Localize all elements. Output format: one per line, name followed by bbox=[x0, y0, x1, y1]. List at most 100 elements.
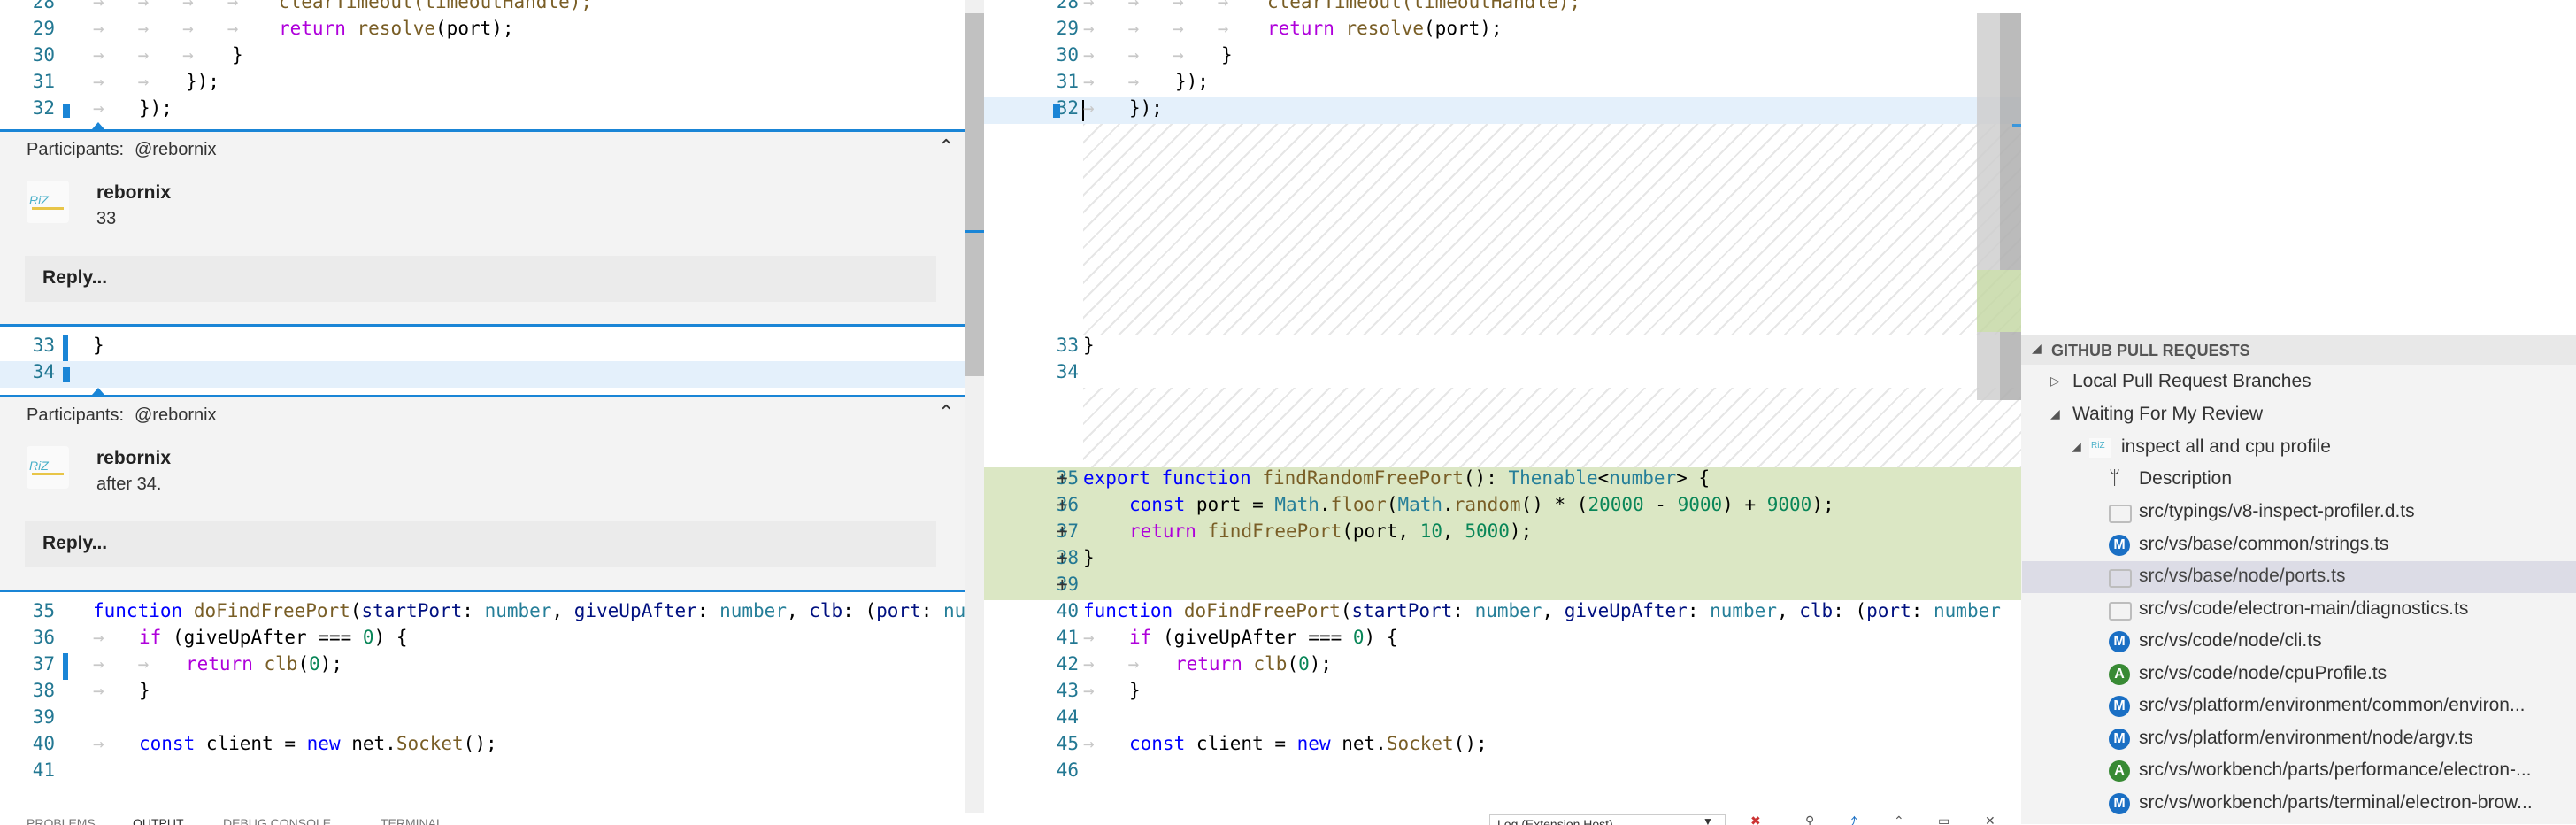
tree-item-file[interactable]: M src/vs/base/common/strings.ts bbox=[2022, 529, 2576, 561]
tree-item-label: Description bbox=[2139, 468, 2233, 489]
code-line[interactable]: 41 → if (giveUpAfter === 0) { bbox=[984, 627, 2021, 653]
tree-item-description[interactable]: ᛘ Description bbox=[2022, 464, 2576, 496]
code-text: } bbox=[1221, 44, 1233, 66]
tree-item-label: Waiting For My Review bbox=[2072, 404, 2264, 424]
tree-item-file[interactable]: A src/vs/workbench/parts/performance/ele… bbox=[2022, 755, 2576, 787]
left-editor-scrollbar[interactable] bbox=[965, 0, 984, 824]
line-number: 34 bbox=[32, 361, 55, 382]
section-header[interactable]: ◢ GITHUB PULL REQUESTS bbox=[2021, 335, 2576, 365]
reply-box[interactable]: Reply... bbox=[25, 521, 936, 567]
maximize-icon[interactable]: ▭ bbox=[1938, 813, 1949, 825]
code-text: }); bbox=[139, 97, 173, 119]
zone-arrow bbox=[92, 122, 104, 129]
open-log-icon[interactable]: ⤴ bbox=[1845, 813, 1857, 825]
comment-marker[interactable] bbox=[63, 367, 70, 382]
code-line-added[interactable]: 36 + const port = Math.floor(Math.random… bbox=[984, 494, 2021, 520]
code-line[interactable]: 40 → const client = new net.Socket(); bbox=[0, 733, 965, 759]
code-line[interactable]: 29 → → → → return resolve(port); bbox=[984, 18, 2021, 44]
code-line-added[interactable]: 39 + bbox=[984, 574, 2021, 600]
code-line[interactable]: 34 bbox=[984, 361, 2021, 388]
tree-item-file[interactable]: src/vs/code/electron-main/diagnostics.ts bbox=[2022, 594, 2576, 626]
tree-item-label: src/vs/code/node/cpuProfile.ts bbox=[2139, 663, 2388, 683]
code-line[interactable]: 28 → → → → clearTimeout(timeoutHandle); bbox=[0, 0, 965, 18]
code-line[interactable]: 32 → }); bbox=[984, 97, 2021, 124]
code-line[interactable]: 44 bbox=[984, 706, 2021, 733]
code-text: clearTimeout(timeoutHandle); bbox=[1267, 0, 1581, 12]
code-line-added[interactable]: 37 + return findFreePort(port, 10, 5000)… bbox=[984, 520, 2021, 547]
line-number: 31 bbox=[32, 71, 55, 92]
scrollbar-marker bbox=[965, 230, 984, 233]
tree-item-file[interactable]: A src/vs/code/node/cpuProfile.ts bbox=[2022, 659, 2576, 690]
tree-item-waiting-review[interactable]: ◢ Waiting For My Review bbox=[2022, 399, 2576, 431]
code-text: } bbox=[1083, 547, 1095, 568]
comment-author: rebornix bbox=[96, 182, 172, 203]
code-line[interactable]: 34 bbox=[0, 361, 965, 388]
code-line[interactable]: 30 → → → } bbox=[984, 44, 2021, 71]
code-line[interactable]: 33 } bbox=[0, 335, 965, 361]
code-line[interactable]: 31 → → }); bbox=[0, 71, 965, 97]
line-number: 29 bbox=[32, 18, 55, 39]
line-number: 34 bbox=[1056, 361, 1079, 382]
reply-box[interactable]: Reply... bbox=[25, 256, 936, 302]
clear-output-icon[interactable]: ✖ bbox=[1750, 813, 1761, 825]
tree-item-label: Local Pull Request Branches bbox=[2072, 371, 2311, 391]
code-line[interactable]: 37 → → return clb(0); bbox=[0, 653, 965, 680]
code-line-added[interactable]: 35 + export function findRandomFreePort(… bbox=[984, 467, 2021, 494]
zone-border-bottom bbox=[0, 590, 965, 592]
close-icon[interactable]: ✕ bbox=[1985, 813, 1995, 825]
code-line[interactable]: 42 → → return clb(0); bbox=[984, 653, 2021, 680]
lock-icon[interactable]: ⚲ bbox=[1805, 813, 1814, 825]
right-editor-scrollbar[interactable] bbox=[1977, 13, 2021, 400]
diff-filler bbox=[1083, 124, 2021, 335]
code-line[interactable]: 30 → → → } bbox=[0, 44, 965, 71]
code-line[interactable]: 35 function doFindFreePort(startPort: nu… bbox=[0, 600, 965, 627]
right-editor[interactable]: 28 → → → → clearTimeout(timeoutHandle); … bbox=[984, 0, 2021, 824]
code-text: } bbox=[1129, 680, 1141, 701]
scrollbar-thumb[interactable] bbox=[965, 13, 984, 376]
tree-item-label: src/vs/code/node/cli.ts bbox=[2139, 630, 2322, 651]
insert-icon: + bbox=[1057, 467, 1068, 489]
tree-item-pull-request[interactable]: ◢ RiZ inspect all and cpu profile bbox=[2022, 432, 2576, 464]
output-channel-select[interactable]: Log (Extension Host) ▼ bbox=[1489, 814, 1726, 825]
tree-item-file-selected[interactable]: src/vs/base/node/ports.ts bbox=[2022, 561, 2576, 593]
code-line[interactable]: 40 function doFindFreePort(startPort: nu… bbox=[984, 600, 2021, 627]
insert-icon: + bbox=[1057, 547, 1068, 568]
tree-item-file[interactable]: M src/vs/platform/environment/node/argv.… bbox=[2022, 723, 2576, 755]
code-line[interactable]: 46 bbox=[984, 759, 2021, 786]
code-line[interactable]: 45 → const client = new net.Socket(); bbox=[984, 733, 2021, 759]
comment-thread: Participants: @rebornix ⌃ RiZ rebornix 3… bbox=[0, 132, 965, 324]
code-text: } bbox=[1083, 335, 1095, 356]
code-line[interactable]: 41 bbox=[0, 759, 965, 786]
code-line[interactable]: 39 bbox=[0, 706, 965, 733]
tree-item-file[interactable]: M src/vs/platform/environment/common/env… bbox=[2022, 690, 2576, 722]
code-line[interactable]: 28 → → → → clearTimeout(timeoutHandle); bbox=[984, 0, 2021, 18]
tree-item-file[interactable]: M src/vs/code/node/cli.ts bbox=[2022, 626, 2576, 658]
insert-icon: + bbox=[1057, 520, 1068, 542]
left-editor[interactable]: 28 → → → → clearTimeout(timeoutHandle); … bbox=[0, 0, 965, 824]
code-line[interactable]: 31 → → }); bbox=[984, 71, 2021, 97]
line-number: 30 bbox=[1056, 44, 1079, 66]
code-line[interactable]: 36 → if (giveUpAfter === 0) { bbox=[0, 627, 965, 653]
code-line[interactable]: 43 → } bbox=[984, 680, 2021, 706]
comment-marker[interactable] bbox=[63, 104, 70, 118]
code-text: clearTimeout(timeoutHandle); bbox=[279, 0, 593, 12]
code-line[interactable]: 29 → → → → return resolve(port); bbox=[0, 18, 965, 44]
thread-body: RiZ rebornix 33 Reply... bbox=[0, 167, 965, 324]
insert-icon: + bbox=[1057, 574, 1068, 595]
code-line[interactable]: 32 → }); bbox=[0, 97, 965, 124]
code-text: } bbox=[139, 680, 150, 701]
thread-header: Participants: @rebornix ⌃ bbox=[0, 132, 965, 167]
collapse-icon[interactable]: ⌃ bbox=[938, 135, 954, 158]
tree-item-file[interactable]: M src/vs/workbench/parts/terminal/electr… bbox=[2022, 788, 2576, 820]
code-line[interactable]: 38 → } bbox=[0, 680, 965, 706]
tree-item-label: inspect all and cpu profile bbox=[2121, 436, 2331, 457]
code-line[interactable]: 33 } bbox=[984, 335, 2021, 361]
avatar: RiZ bbox=[27, 446, 69, 489]
tree-item-local-branches[interactable]: ▷ Local Pull Request Branches bbox=[2022, 366, 2576, 398]
collapse-icon[interactable]: ⌃ bbox=[938, 401, 954, 424]
code-line-added[interactable]: 38 + } bbox=[984, 547, 2021, 574]
tree-item-file[interactable]: src/typings/v8-inspect-profiler.d.ts bbox=[2022, 497, 2576, 528]
chevron-up-icon[interactable]: ⌃ bbox=[1894, 813, 1904, 825]
avatar: RiZ bbox=[2089, 438, 2111, 458]
comment-marker[interactable] bbox=[1053, 104, 1060, 118]
